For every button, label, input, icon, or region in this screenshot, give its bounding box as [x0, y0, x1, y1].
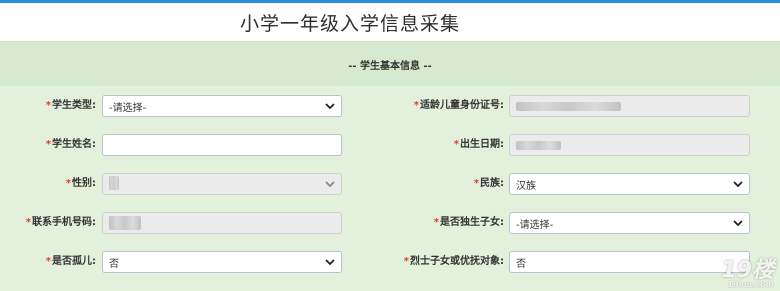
required-mark: *	[453, 139, 459, 150]
student-info-form: -- 学生基本信息 -- *学生类型: -请选择- *适龄儿童身份证号: *学生…	[0, 41, 780, 291]
required-mark: *	[403, 256, 409, 267]
orphan-select[interactable]: 否	[102, 251, 342, 273]
student-name-label: *学生姓名:	[45, 139, 96, 150]
page-title: 小学一年级入学信息采集	[239, 12, 460, 35]
chevron-down-icon	[325, 257, 335, 267]
martyr-child-label: *烈士子女或优抚对象:	[403, 256, 504, 267]
orphan-label: *是否孤儿:	[45, 256, 96, 267]
required-mark: *	[413, 100, 419, 111]
required-mark: *	[65, 178, 71, 189]
required-mark: *	[45, 256, 51, 267]
phone-field[interactable]	[102, 212, 342, 234]
chevron-down-icon	[733, 218, 743, 228]
redacted-value	[109, 175, 119, 190]
section-header: -- 学生基本信息 --	[0, 42, 780, 86]
required-mark: *	[45, 139, 51, 150]
orphan-value: 否	[109, 258, 119, 270]
id-card-label: *适龄儿童身份证号:	[413, 100, 504, 111]
student-type-select[interactable]: -请选择-	[102, 95, 342, 117]
chevron-down-icon	[733, 179, 743, 189]
student-name-input[interactable]	[102, 134, 342, 156]
martyr-child-value: 否	[516, 258, 526, 270]
ethnicity-select[interactable]: 汉族	[509, 173, 750, 195]
only-child-label: *是否独生子女:	[433, 217, 504, 228]
birth-date-label: *出生日期:	[453, 139, 504, 150]
id-card-field[interactable]	[509, 95, 750, 117]
only-child-value: -请选择-	[516, 219, 554, 231]
redacted-value	[516, 101, 621, 111]
phone-label: *联系手机号码:	[25, 217, 96, 228]
required-mark: *	[45, 100, 51, 111]
only-child-select[interactable]: -请选择-	[509, 212, 750, 234]
martyr-child-select[interactable]: 否	[509, 251, 750, 273]
watermark-logo: 19楼 19lou.com	[721, 258, 774, 289]
required-mark: *	[473, 178, 479, 189]
redacted-value	[516, 140, 561, 150]
gender-label: *性别:	[65, 178, 96, 189]
chevron-down-icon	[325, 179, 335, 189]
student-type-value: -请选择-	[109, 102, 147, 114]
title-bar: 小学一年级入学信息采集	[0, 3, 780, 41]
redacted-value	[109, 216, 141, 230]
chevron-down-icon	[325, 101, 335, 111]
gender-select[interactable]	[102, 173, 342, 195]
required-mark: *	[25, 217, 31, 228]
ethnicity-label: *民族:	[473, 178, 504, 189]
birth-date-field[interactable]	[509, 134, 750, 156]
ethnicity-value: 汉族	[516, 180, 536, 192]
student-type-label: *学生类型:	[45, 100, 96, 111]
required-mark: *	[433, 217, 439, 228]
